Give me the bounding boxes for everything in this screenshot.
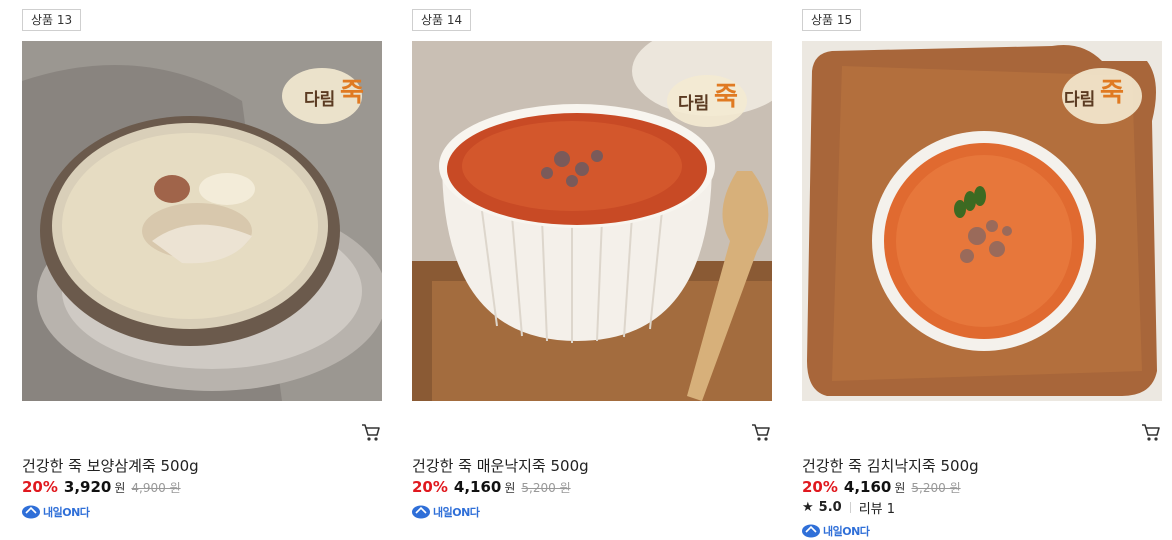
original-price: 5,200 원 [521, 481, 571, 495]
divider [849, 502, 851, 513]
discount-rate: 20% [412, 478, 448, 496]
cart-icon[interactable] [1140, 421, 1162, 443]
price-row: 20% 3,920 원 4,900 원 [22, 478, 181, 496]
product-card[interactable]: 상품 14 다림 죽 건강한 죽 매운낙지죽 500g 20% 4,160 원 … [412, 0, 772, 540]
original-price: 4,900 원 [131, 481, 181, 495]
star-icon: ★ [802, 500, 814, 515]
svg-text:다림: 다림 [304, 90, 335, 110]
product-number-badge: 상품 14 [412, 9, 472, 31]
product-name[interactable]: 건강한 죽 보양삼계죽 500g [22, 455, 199, 476]
cart-icon[interactable] [360, 421, 382, 443]
brand-logo: 다림 죽 [667, 75, 747, 127]
svg-text:다림: 다림 [678, 94, 709, 114]
delivery-truck-icon [802, 524, 820, 538]
cart-icon[interactable] [750, 421, 772, 443]
discount-rate: 20% [802, 478, 838, 496]
rating-row: ★ 5.0 리뷰 1 [802, 498, 895, 517]
sale-price: 3,920 [63, 478, 112, 496]
product-image[interactable]: 다림 죽 [412, 41, 772, 401]
rating-score: 5.0 [818, 500, 842, 515]
delivery-truck-icon [412, 505, 430, 519]
currency-label: 원 [114, 481, 126, 495]
sale-price: 4,160 [843, 478, 892, 496]
delivery-truck-icon [22, 505, 40, 519]
price-row: 20% 4,160 원 5,200 원 [802, 478, 961, 496]
product-name[interactable]: 건강한 죽 매운낙지죽 500g [412, 455, 589, 476]
original-price: 5,200 원 [911, 481, 961, 495]
currency-label: 원 [894, 481, 906, 495]
svg-text:죽: 죽 [1100, 78, 1124, 108]
svg-text:다림: 다림 [1064, 90, 1095, 110]
svg-text:죽: 죽 [340, 78, 364, 108]
product-card[interactable]: 상품 13 다림 죽 건강한 죽 보양삼계죽 500g 20% 3,920 원 4,9… [22, 0, 382, 540]
delivery-badge: 내일ON다 [802, 523, 870, 539]
product-image[interactable]: 다림 죽 [22, 41, 382, 401]
delivery-label: 내일ON다 [433, 506, 480, 519]
currency-label: 원 [504, 481, 516, 495]
review-count[interactable]: 리뷰 1 [859, 498, 895, 517]
delivery-label: 내일ON다 [823, 525, 870, 538]
sale-price: 4,160 [453, 478, 502, 496]
product-card[interactable]: 상품 15 다림 죽 건강한 죽 김치낙지죽 500g 20% 4,160 원 … [802, 0, 1162, 540]
delivery-badge: 내일ON다 [412, 504, 480, 520]
product-number-badge: 상품 13 [22, 9, 82, 31]
price-row: 20% 4,160 원 5,200 원 [412, 478, 571, 496]
product-number-badge: 상품 15 [802, 9, 862, 31]
delivery-label: 내일ON다 [43, 506, 90, 519]
brand-logo: 다림 죽 [1062, 68, 1142, 124]
svg-text:죽: 죽 [714, 82, 738, 112]
product-image[interactable]: 다림 죽 [802, 41, 1162, 401]
discount-rate: 20% [22, 478, 58, 496]
product-name[interactable]: 건강한 죽 김치낙지죽 500g [802, 455, 979, 476]
delivery-badge: 내일ON다 [22, 504, 90, 520]
